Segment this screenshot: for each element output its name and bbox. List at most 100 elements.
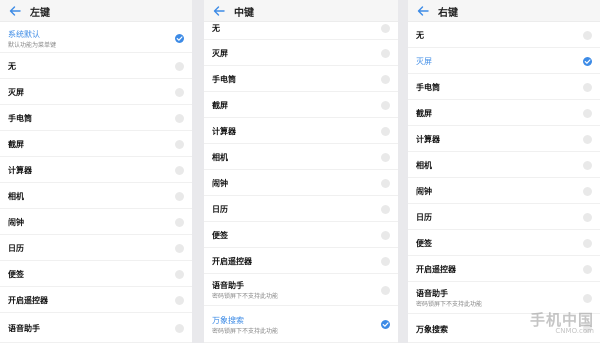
option-row[interactable]: 计算器 xyxy=(408,126,600,152)
option-label: 相机 xyxy=(416,161,432,170)
option-row[interactable]: 语音助手 xyxy=(0,313,192,343)
option-row[interactable]: 闹钟 xyxy=(408,178,600,204)
option-label: 万象搜索 xyxy=(416,324,448,334)
option-row[interactable]: 灭屏 xyxy=(204,40,398,66)
option-label: 手电筒 xyxy=(212,75,236,84)
radio-unselected-icon[interactable] xyxy=(175,217,184,227)
page-title: 右键 xyxy=(438,8,458,19)
radio-unselected-icon[interactable] xyxy=(583,108,592,118)
back-arrow-icon[interactable] xyxy=(8,4,22,18)
option-row[interactable]: 截屏 xyxy=(408,100,600,126)
radio-selected-icon[interactable] xyxy=(583,56,592,66)
option-row[interactable]: 语音助手 密码锁屏下不支持此功能 xyxy=(204,274,398,306)
radio-unselected-icon[interactable] xyxy=(583,82,592,92)
option-row[interactable]: 截屏 xyxy=(0,131,192,157)
option-row[interactable]: 便签 xyxy=(204,222,398,248)
radio-unselected-icon[interactable] xyxy=(583,30,592,40)
option-label: 截屏 xyxy=(8,140,24,149)
option-row[interactable]: 相机 xyxy=(0,183,192,209)
radio-unselected-icon[interactable] xyxy=(381,100,390,110)
option-row[interactable]: 日历 xyxy=(0,235,192,261)
option-row[interactable]: 开启遥控器 xyxy=(204,248,398,274)
option-label: 语音助手 xyxy=(416,289,448,298)
watermark-subtext: CNMO.com xyxy=(555,327,594,335)
radio-unselected-icon[interactable] xyxy=(175,165,184,175)
option-row[interactable]: 计算器 xyxy=(0,157,192,183)
option-label: 截屏 xyxy=(212,101,228,110)
option-row[interactable]: 无 xyxy=(204,16,398,40)
header-bar: 左键 xyxy=(0,0,192,22)
option-label: 无 xyxy=(212,24,220,33)
option-row[interactable]: 开启遥控器 xyxy=(408,256,600,282)
radio-selected-icon[interactable] xyxy=(175,34,184,43)
option-row[interactable]: 计算器 xyxy=(204,118,398,144)
radio-unselected-icon[interactable] xyxy=(381,126,390,136)
radio-unselected-icon[interactable] xyxy=(381,23,390,33)
option-label: 计算器 xyxy=(212,127,236,136)
radio-unselected-icon[interactable] xyxy=(175,191,184,201)
radio-unselected-icon[interactable] xyxy=(583,293,592,303)
radio-unselected-icon[interactable] xyxy=(175,87,184,97)
option-row[interactable]: 灭屏 xyxy=(408,48,600,74)
radio-selected-icon[interactable] xyxy=(381,320,390,329)
radio-unselected-icon[interactable] xyxy=(175,61,184,71)
option-row[interactable]: 相机 xyxy=(204,144,398,170)
option-label: 手电筒 xyxy=(8,114,32,123)
option-row[interactable]: 便签 xyxy=(0,261,192,287)
radio-unselected-icon[interactable] xyxy=(381,256,390,266)
radio-unselected-icon[interactable] xyxy=(381,285,390,295)
option-row[interactable]: 日历 xyxy=(204,196,398,222)
option-label: 系统默认 xyxy=(8,29,40,39)
page-title: 左键 xyxy=(30,8,50,19)
option-row[interactable]: 手电筒 xyxy=(0,105,192,131)
option-row[interactable]: 万象搜索密码锁屏下不支持此功能 xyxy=(204,306,398,343)
radio-unselected-icon[interactable] xyxy=(381,230,390,240)
radio-unselected-icon[interactable] xyxy=(381,204,390,214)
option-row[interactable]: 系统默认默认功能为菜单键 xyxy=(0,24,192,53)
option-row[interactable]: 无 xyxy=(0,53,192,79)
radio-unselected-icon[interactable] xyxy=(583,238,592,248)
option-row[interactable]: 手电筒 xyxy=(204,66,398,92)
option-description: 默认功能为菜单键 xyxy=(8,41,57,49)
radio-unselected-icon[interactable] xyxy=(175,113,184,123)
option-label: 开启遥控器 xyxy=(416,265,456,274)
radio-unselected-icon[interactable] xyxy=(175,269,184,279)
option-label: 灭屏 xyxy=(416,57,432,66)
radio-unselected-icon[interactable] xyxy=(583,134,592,144)
option-row[interactable]: 便签 xyxy=(408,230,600,256)
option-row[interactable]: 手电筒 xyxy=(408,74,600,100)
radio-unselected-icon[interactable] xyxy=(381,178,390,188)
option-label: 便签 xyxy=(416,239,432,248)
option-label: 灭屏 xyxy=(212,49,228,58)
option-row[interactable]: 相机 xyxy=(408,152,600,178)
right-key-panel: 右键 无灭屏 手电筒 截屏 计算器 相机 闹钟 日历 便签 开启遥控器 语音助手 密码锁屏下不支持此… xyxy=(408,0,600,343)
option-row[interactable]: 截屏 xyxy=(204,92,398,118)
option-label: 语音助手 xyxy=(8,324,40,333)
radio-unselected-icon[interactable] xyxy=(583,160,592,170)
option-label: 闹钟 xyxy=(8,218,24,227)
radio-unselected-icon[interactable] xyxy=(583,186,592,196)
panel-separator xyxy=(192,0,204,343)
option-row[interactable]: 日历 xyxy=(408,204,600,230)
radio-unselected-icon[interactable] xyxy=(583,212,592,222)
option-row[interactable]: 无 xyxy=(408,22,600,48)
option-description: 密码锁屏下不支持此功能 xyxy=(212,327,279,335)
radio-unselected-icon[interactable] xyxy=(381,152,390,162)
option-row[interactable]: 开启遥控器 xyxy=(0,287,192,313)
option-row[interactable]: 灭屏 xyxy=(0,79,192,105)
radio-unselected-icon[interactable] xyxy=(381,48,390,58)
option-row[interactable]: 闹钟 xyxy=(204,170,398,196)
back-arrow-icon[interactable] xyxy=(416,4,430,18)
radio-unselected-icon[interactable] xyxy=(175,323,184,333)
radio-unselected-icon[interactable] xyxy=(175,295,184,305)
option-label: 便签 xyxy=(8,270,24,279)
radio-unselected-icon[interactable] xyxy=(381,74,390,84)
radio-unselected-icon[interactable] xyxy=(583,264,592,274)
left-key-panel: 左键 系统默认默认功能为菜单键无灭屏手电筒截屏计算器 相机闹钟日历便签开启遥控器语… xyxy=(0,0,192,343)
option-label: 开启遥控器 xyxy=(212,257,252,266)
radio-unselected-icon[interactable] xyxy=(175,243,184,253)
radio-unselected-icon[interactable] xyxy=(175,139,184,149)
option-label: 万象搜索 xyxy=(212,315,244,325)
option-label: 便签 xyxy=(212,231,228,240)
option-row[interactable]: 闹钟 xyxy=(0,209,192,235)
